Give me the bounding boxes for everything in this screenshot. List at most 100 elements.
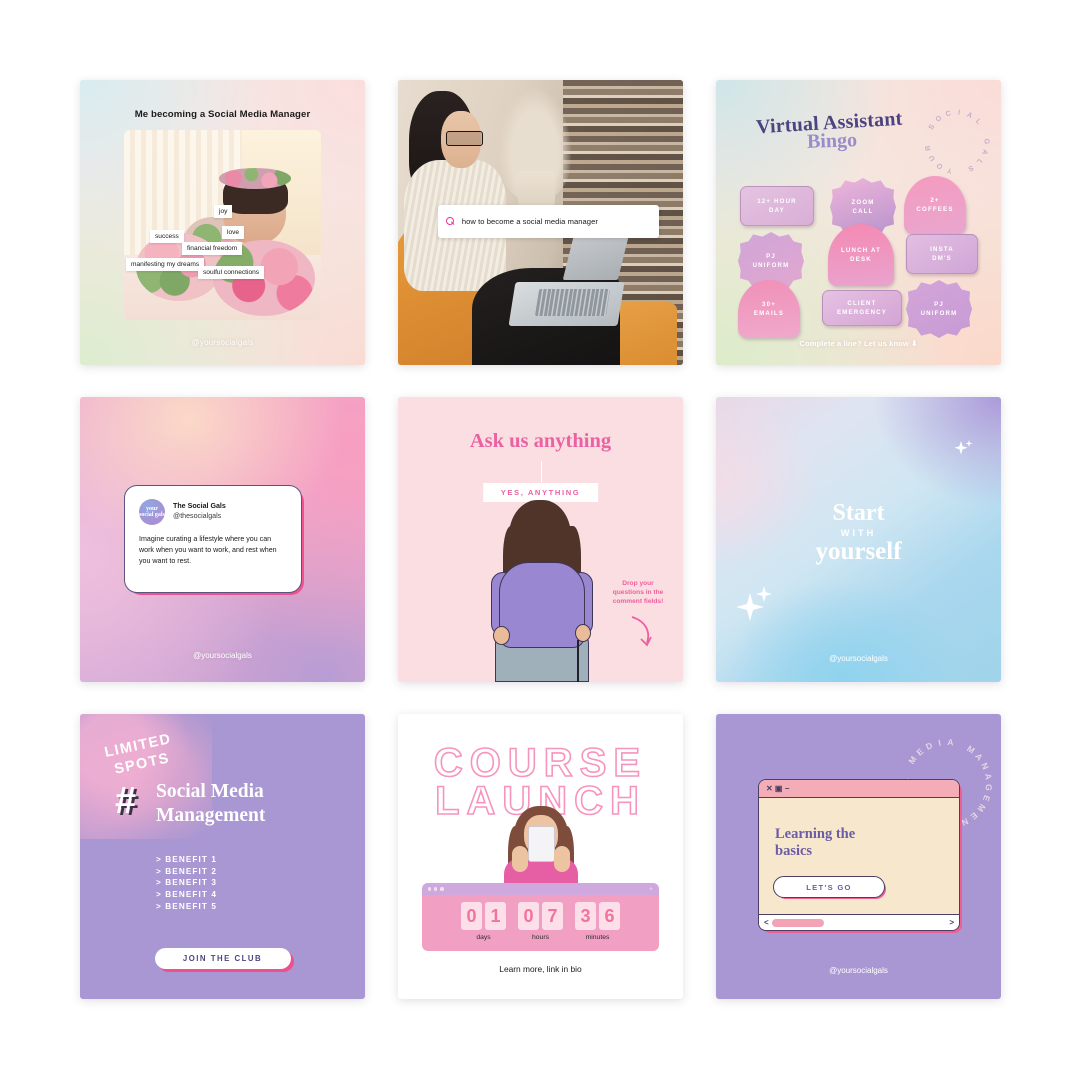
ring-letter: N [979, 761, 991, 772]
countdown-group: 3 6 minutes [575, 902, 620, 941]
benefit-item: > BENEFIT 3 [156, 878, 218, 888]
ring-letter: A [946, 736, 955, 748]
bingo-tile-label: PJ UNIFORM [920, 300, 958, 317]
countdown-digit: 1 [485, 902, 506, 930]
handle-label: @yoursocialgals [191, 338, 254, 347]
card-learning-basics[interactable]: SOCIAL MEDIA MANAGEMENT ✕ ▣ − Learning t… [716, 714, 1001, 999]
meme-tag: love [222, 226, 245, 240]
card-ask-us-anything[interactable]: Ask us anything YES, ANYTHING Drop your … [398, 397, 683, 682]
ring-letter: R [922, 144, 933, 152]
search-input[interactable]: how to become a social media manager [437, 204, 660, 238]
avatar: your social gals [139, 499, 165, 525]
benefit-item: > BENEFIT 1 [156, 855, 218, 864]
bingo-tile[interactable]: CLIENT EMERGENCY [822, 290, 902, 326]
bingo-tile-label: 2+ COFFEES [916, 196, 954, 213]
ring-letter: O [934, 160, 945, 172]
meme-tag: joy [214, 205, 233, 219]
offer-title: Social Media Management [156, 781, 266, 826]
window-titlebar: ✕ ▣ − [759, 780, 959, 798]
window-scrollbar[interactable]: < > [759, 914, 959, 930]
countdown-widget: + 0 1 days 0 7 hours 3 6 minutes [422, 883, 659, 951]
bingo-tile-label: 30+ EMAILS [753, 300, 785, 317]
scrollbar-thumb[interactable] [771, 918, 824, 927]
bingo-tile[interactable]: PJ UNIFORM [906, 280, 972, 338]
ring-letter: E [914, 746, 926, 758]
bingo-tile-label: 12+ HOUR DAY [757, 197, 797, 214]
start-line-3: yourself [815, 538, 902, 565]
card-tweet[interactable]: your social gals The Social Gals @thesoc… [80, 397, 365, 682]
ring-letter: S [926, 122, 937, 132]
meme-tag: soulful connections [198, 266, 265, 280]
meme-tag: financial freedom [182, 242, 243, 256]
bingo-tile[interactable]: INSTA DM'S [906, 234, 978, 274]
ring-letter: I [937, 737, 942, 748]
ring-letter: S [966, 163, 976, 174]
lets-go-button[interactable]: LET'S GO [773, 876, 886, 899]
meme-tag: manifesting my dreams [126, 258, 205, 272]
meme-tag: success [150, 230, 184, 244]
sparkle-icon [736, 586, 772, 621]
basics-heading: Learning the basics [775, 826, 856, 860]
retro-window[interactable]: ✕ ▣ − Learning the basics LET'S GO < > [758, 779, 960, 931]
handle-label: @yoursocialgals [193, 651, 252, 660]
bingo-tile[interactable]: LUNCH AT DESK [828, 224, 894, 286]
plus-icon[interactable]: + [649, 886, 653, 893]
tweet-card[interactable]: your social gals The Social Gals @thesoc… [124, 485, 302, 593]
card-bingo[interactable]: Virtual Assistant Bingo YOUR SOCIAL GALS… [716, 80, 1001, 365]
bingo-tile[interactable]: 12+ HOUR DAY [740, 186, 814, 226]
illustration-phone-woman [502, 806, 580, 898]
ring-letter: O [933, 112, 944, 124]
start-line-1: Start [832, 500, 885, 526]
card-search-photo[interactable]: how to become a social media manager [398, 80, 683, 365]
join-the-club-button[interactable]: JOIN THE CLUB [154, 948, 294, 972]
bingo-tile-label: CLIENT EMERGENCY [836, 299, 888, 316]
window-controls-icon[interactable]: ✕ ▣ − [766, 784, 789, 793]
bingo-title-line2: Bingo [806, 129, 858, 153]
search-icon [445, 216, 455, 226]
benefit-item: > BENEFIT 2 [156, 866, 218, 876]
countdown-window-bar: + [422, 883, 659, 895]
card-meme[interactable]: Me becoming a Social Media Manager joy l… [80, 80, 365, 365]
ring-letter: I [957, 107, 961, 117]
course-footer: Learn more, link in bio [499, 964, 582, 974]
tweet-author-name: The Social Gals [173, 502, 226, 511]
ring-letter: L [974, 157, 985, 167]
bingo-tile-label: ZOOM CALL [851, 198, 875, 215]
benefit-list: > BENEFIT 1 > BENEFIT 2 > BENEFIT 3 > BENEF… [156, 854, 217, 912]
benefit-item: > BENEFIT 4 [156, 889, 218, 899]
join-the-club-label: JOIN THE CLUB [154, 948, 291, 969]
ring-letter: M [975, 802, 988, 815]
benefit-item: > BENEFIT 5 [156, 901, 218, 911]
countdown-digit: 3 [575, 902, 596, 930]
meme-title: Me becoming a Social Media Manager [134, 109, 311, 120]
bingo-tile[interactable]: 30+ EMAILS [738, 280, 800, 338]
ring-letter: D [924, 740, 935, 752]
tweet-author-handle: @thesocialgals [173, 512, 222, 520]
ring-letter: E [968, 810, 980, 822]
scroll-right-icon[interactable]: > [949, 918, 954, 927]
bingo-tile-label: INSTA DM'S [930, 245, 954, 262]
ring-letter: U [926, 153, 938, 163]
bingo-tile[interactable]: 2+ COFFEES [904, 176, 966, 234]
countdown-digit: 6 [599, 902, 620, 930]
ring-letter: G [983, 783, 995, 792]
countdown-group: 0 1 days [461, 902, 506, 941]
card-limited-spots[interactable]: LIMITED SPOTS # # Social Media Managemen… [80, 714, 365, 999]
window-dots-icon [428, 887, 444, 891]
ring-letter: M [965, 743, 978, 756]
countdown-group: 0 7 hours [518, 902, 563, 941]
ring-letter: G [982, 138, 992, 145]
lets-go-label: LET'S GO [773, 876, 885, 898]
avatar-logo-text: your social gals [139, 506, 165, 518]
handle-label: @yoursocialgals [829, 654, 888, 663]
ring-letter: Y [945, 165, 953, 176]
bingo-tile-label: PJ UNIFORM [752, 252, 790, 269]
scroll-left-icon[interactable]: < [764, 918, 769, 927]
card-course-launch[interactable]: COURSE LAUNCH + 0 1 days 0 7 hours 3 6 minutes L… [398, 714, 683, 999]
countdown-digit: 0 [518, 902, 539, 930]
meme-photo: joy love success financial freedom manif… [124, 130, 321, 320]
countdown-digit: 0 [461, 902, 482, 930]
ribbon-stem [540, 461, 542, 485]
card-start-with-yourself[interactable]: Start WITH yourself @yoursocialgals [716, 397, 1001, 682]
hashtag-icon: # # [115, 780, 140, 824]
